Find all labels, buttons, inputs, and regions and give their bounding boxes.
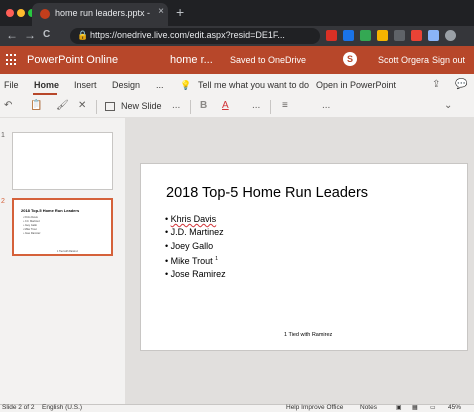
thumbnail-line: • Khris Davis [23, 216, 38, 219]
more-options-icon[interactable]: ... [322, 100, 330, 111]
address-bar-row: ← → C 🔒 https://onedrive.live.com/edit.a… [0, 26, 474, 46]
thumbnail-title: 2018 Top-5 Home Run Leaders [21, 208, 80, 213]
tab-design[interactable]: Design [112, 80, 140, 90]
notes-button[interactable]: Notes [360, 404, 377, 411]
status-bar: Slide 2 of 2 English (U.S.) Help Improve… [0, 404, 474, 412]
slide-editor[interactable]: 2018 Top-5 Home Run Leaders Khris Davis … [140, 163, 468, 351]
extension-icon[interactable] [326, 30, 337, 41]
new-slide-button[interactable]: New Slide [121, 101, 162, 111]
slide-title[interactable]: 2018 Top-5 Home Run Leaders [166, 185, 368, 201]
font-color-icon[interactable]: A [222, 100, 229, 111]
extension-icon[interactable] [360, 30, 371, 41]
language-indicator[interactable]: English (U.S.) [42, 404, 82, 411]
list-item: Khris Davis [165, 213, 226, 226]
minimize-window-icon[interactable] [17, 9, 25, 17]
format-painter-icon[interactable]: 🖌 [56, 100, 69, 111]
list-item: J.D. Martinez [165, 226, 226, 239]
delete-icon[interactable]: ✕ [78, 100, 86, 111]
extension-icon[interactable] [411, 30, 422, 41]
thumbnail-line: • Joey Gallo [23, 224, 37, 227]
skype-icon[interactable]: S [343, 52, 357, 66]
list-item: Jose Ramirez [165, 268, 226, 281]
slide-thumbnail-2[interactable]: 2018 Top-5 Home Run Leaders • Khris Davi… [12, 198, 113, 256]
paste-icon[interactable]: 📋 [30, 100, 42, 111]
active-tab-indicator [33, 93, 57, 95]
zoom-level[interactable]: 45% [448, 404, 461, 411]
more-options-icon[interactable]: ... [172, 100, 180, 111]
tab-title: home run leaders.pptx - Micro [55, 8, 153, 18]
thumbnail-line: • Jose Ramirez [23, 232, 41, 235]
toolbar-separator [270, 100, 271, 114]
list-item: Joey Gallo [165, 240, 226, 253]
extension-icon[interactable] [394, 30, 405, 41]
powerpoint-favicon-icon [40, 9, 50, 19]
slide-footnote[interactable]: 1 Tied with Ramirez [284, 332, 332, 338]
misspelled-word[interactable]: Khris Davis [171, 214, 217, 224]
back-icon[interactable]: ← [6, 28, 18, 42]
extension-icon[interactable] [377, 30, 388, 41]
reading-view-icon[interactable]: ▭ [430, 404, 436, 411]
bold-icon[interactable]: B [200, 100, 207, 111]
vertical-scrollbar[interactable] [468, 118, 474, 404]
browser-tab[interactable]: home run leaders.pptx - Micro × [32, 3, 168, 26]
lightbulb-icon: 💡 [180, 80, 192, 90]
lock-icon: 🔒 [77, 30, 89, 40]
comments-icon[interactable]: 💬 [455, 79, 467, 90]
slide-number: 1 [1, 132, 5, 139]
tab-home[interactable]: Home [34, 80, 59, 90]
slide-sorter-icon[interactable]: ▦ [412, 404, 418, 411]
close-window-icon[interactable] [6, 9, 14, 17]
app-header: PowerPoint Online home r... Saved to One… [0, 46, 474, 74]
normal-view-icon[interactable]: ▣ [396, 404, 402, 411]
save-status: Saved to OneDrive [230, 55, 307, 65]
chevron-down-icon[interactable]: ⌄ [444, 100, 452, 111]
thumbnail-line: • Mike Trout [23, 228, 37, 231]
share-icon[interactable]: ⇪ [432, 79, 440, 90]
slide-number: 2 [1, 198, 5, 205]
help-improve-office-link[interactable]: Help Improve Office [286, 404, 343, 411]
document-name[interactable]: home r... [170, 54, 213, 66]
bullets-icon[interactable]: ≡ [282, 100, 288, 111]
browser-tab-bar: home run leaders.pptx - Micro × + [0, 0, 474, 26]
forward-icon[interactable]: → [24, 28, 36, 42]
more-tabs-icon[interactable]: ... [156, 80, 164, 90]
undo-icon[interactable]: ↶ [4, 100, 12, 111]
thumbnail-line: • J.D. Martinez [23, 220, 40, 223]
slide-thumbnail-pane: 1 2 2018 Top-5 Home Run Leaders • Khris … [0, 118, 125, 404]
new-tab-icon[interactable]: + [176, 4, 184, 20]
app-launcher-icon[interactable] [6, 54, 18, 66]
user-name[interactable]: Scott Orgera [378, 55, 429, 65]
app-name[interactable]: PowerPoint Online [27, 54, 118, 66]
tell-me-search[interactable]: Tell me what you want to do [198, 80, 309, 90]
slide-count: Slide 2 of 2 [2, 404, 35, 411]
more-options-icon[interactable]: ... [252, 100, 260, 111]
thumbnail-footnote: 1 Tied with Ramirez [57, 250, 78, 253]
reload-icon[interactable]: C [43, 29, 50, 40]
profile-avatar-icon[interactable] [445, 30, 456, 41]
extension-icon[interactable] [428, 30, 439, 41]
sign-out-link[interactable]: Sign out [432, 55, 465, 65]
open-in-powerpoint-button[interactable]: Open in PowerPoint [316, 80, 396, 90]
toolbar-separator [96, 100, 97, 114]
tab-close-icon[interactable]: × [158, 6, 164, 17]
tab-insert[interactable]: Insert [74, 80, 97, 90]
extension-icon[interactable] [343, 30, 354, 41]
slide-bullet-list[interactable]: Khris Davis J.D. Martinez Joey Gallo Mik… [165, 213, 226, 281]
slide-thumbnail-1[interactable] [12, 132, 113, 190]
list-item: Mike Trout 1 [165, 253, 226, 268]
url-text[interactable]: https://onedrive.live.com/edit.aspx?resi… [90, 30, 316, 40]
new-slide-icon[interactable] [105, 102, 115, 111]
tab-file[interactable]: File [4, 80, 19, 90]
footnote-superscript: 1 [215, 255, 218, 262]
omnibox[interactable]: 🔒 https://onedrive.live.com/edit.aspx?re… [70, 28, 320, 44]
toolbar-separator [190, 100, 191, 114]
ribbon-tabs: File Home Insert Design ... 💡 Tell me wh… [0, 74, 474, 96]
ribbon-toolbar: ↶ 📋 🖌 ✕ New Slide ... B A ... ≡ ... ⌄ [0, 96, 474, 118]
